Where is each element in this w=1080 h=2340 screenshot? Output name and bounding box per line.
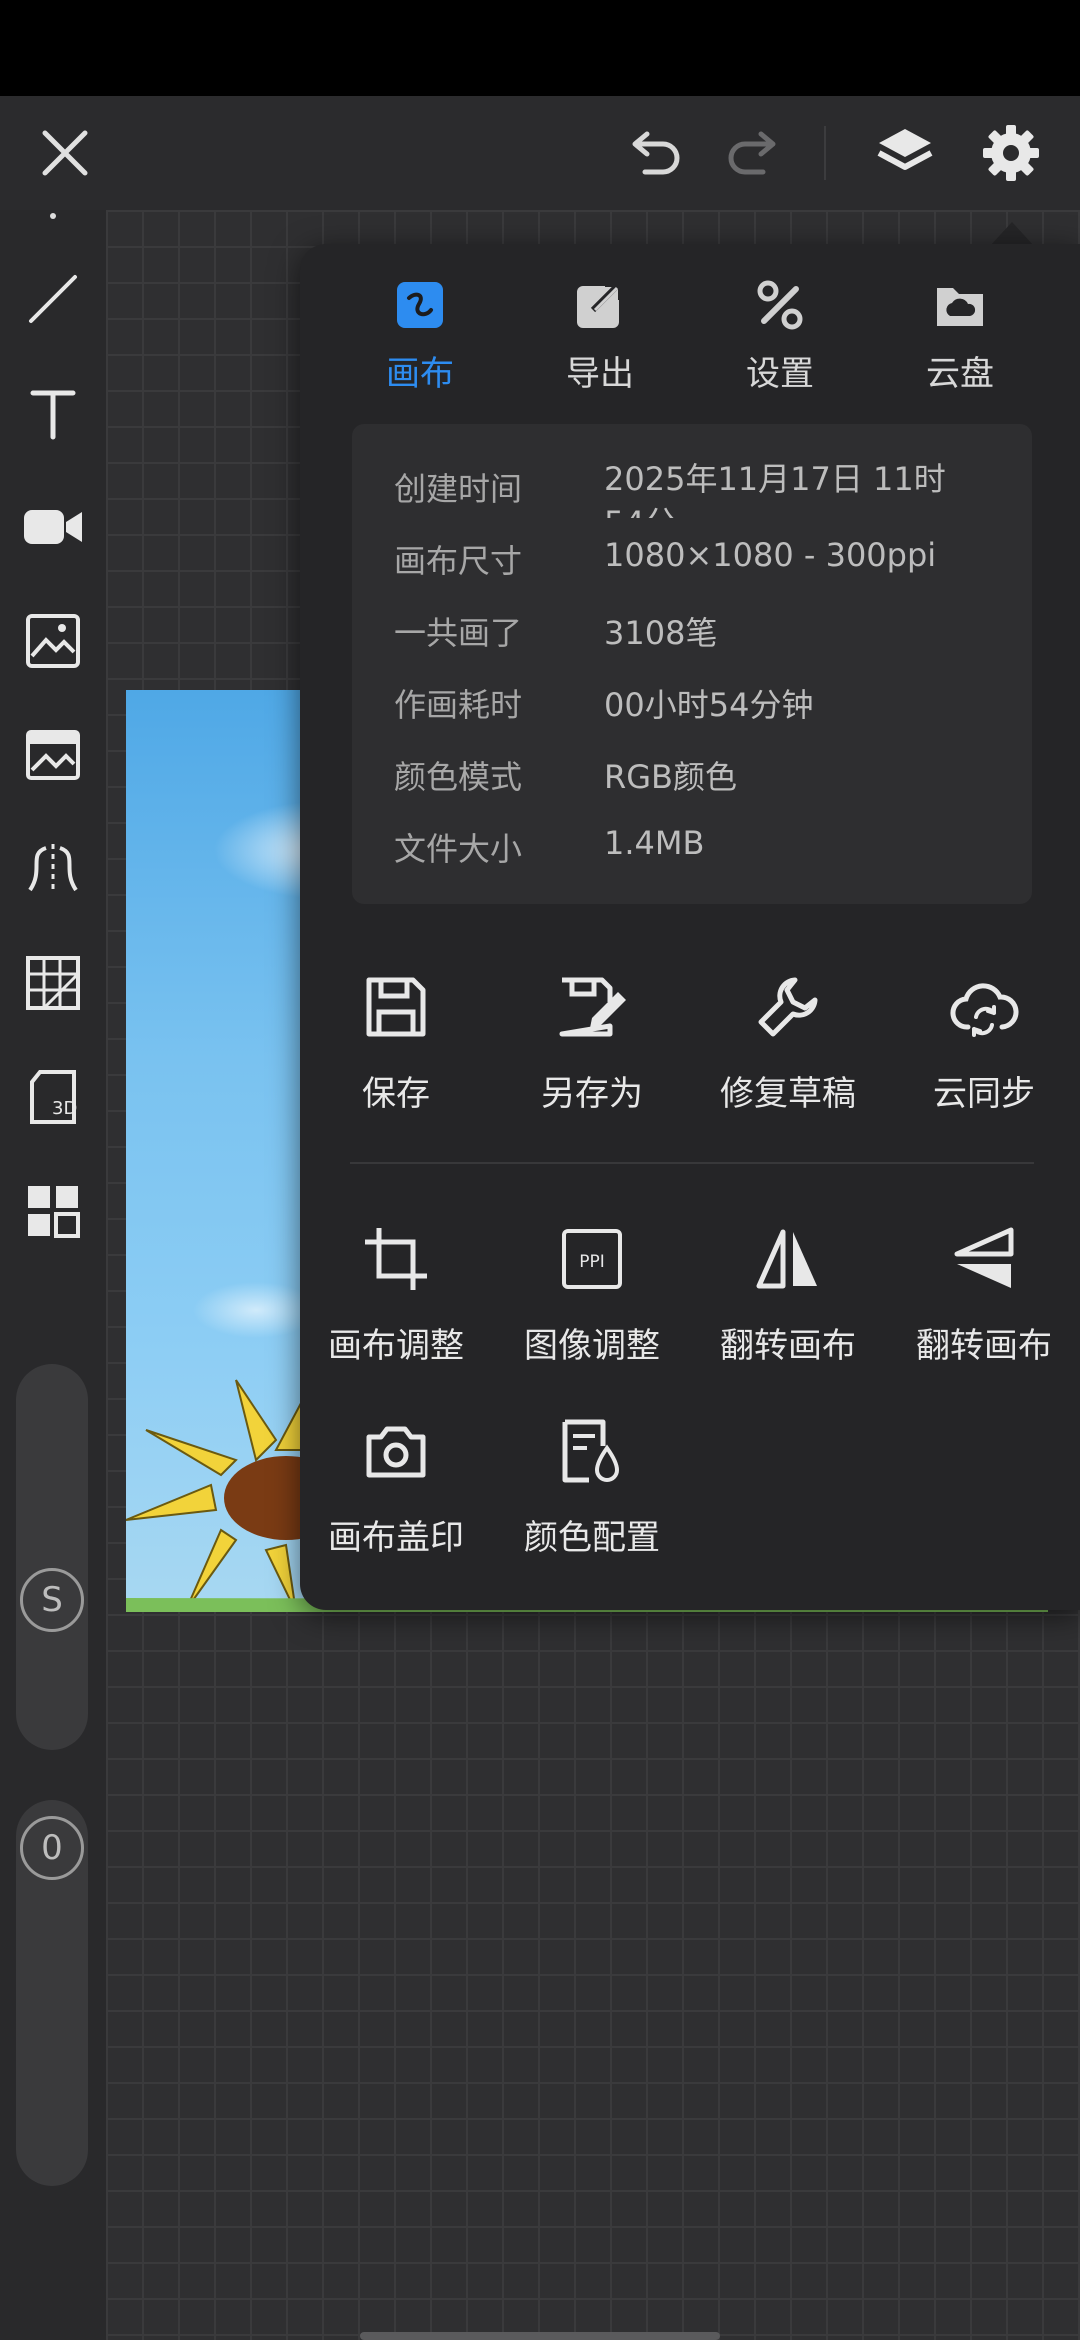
tab-settings-label: 设置 — [746, 354, 814, 394]
svg-text:3D: 3D — [52, 1098, 77, 1119]
tab-cloud-label: 云盘 — [926, 354, 994, 394]
ppi-icon: PPI — [494, 1214, 690, 1304]
save-as-button[interactable]: 另存为 — [494, 962, 690, 1115]
brush-size-slider[interactable] — [16, 1364, 88, 1750]
crop-icon — [298, 1214, 494, 1304]
opacity-knob[interactable]: 0 — [20, 1816, 84, 1880]
save-label: 保存 — [362, 1074, 430, 1114]
video-icon[interactable] — [18, 492, 88, 562]
3d-model-icon[interactable]: 3D — [18, 1062, 88, 1132]
symmetry-icon[interactable] — [18, 834, 88, 904]
layers-icon[interactable] — [868, 116, 942, 190]
ppi-icon-text: PPI — [579, 1252, 605, 1272]
info-color-mode-key: 颜色模式 — [394, 758, 523, 796]
perspective-grid-icon[interactable] — [18, 948, 88, 1018]
home-indicator — [360, 2332, 720, 2340]
export-icon — [520, 270, 680, 340]
tab-export[interactable]: 导出 — [520, 270, 680, 400]
scroll-indicator — [18, 206, 88, 226]
image-import-icon[interactable] — [18, 606, 88, 676]
info-time-key: 作画耗时 — [394, 686, 523, 724]
text-tool-icon[interactable] — [18, 378, 88, 448]
undo-icon[interactable] — [620, 118, 690, 188]
info-created-value: 2025年11月17日 11时 — [604, 460, 946, 498]
panel-pointer — [990, 222, 1034, 246]
color-profile-icon — [494, 1406, 690, 1496]
save-as-label: 另存为 — [541, 1074, 643, 1114]
info-size-value: 1080×1080 - 300ppi — [604, 536, 937, 574]
settings-tools-icon — [700, 270, 860, 340]
cloud-sync-label: 云同步 — [933, 1074, 1035, 1114]
top-toolbar — [0, 96, 1080, 210]
cloud-sync-button[interactable]: 云同步 — [886, 962, 1080, 1115]
opacity-label: 0 — [41, 1828, 63, 1868]
tool-sidebar: 3D S 0 — [0, 210, 106, 2340]
image-adjust-label: 图像调整 — [524, 1326, 660, 1366]
flip-horizontal-label: 翻转画布 — [720, 1326, 856, 1366]
status-bar — [0, 0, 1080, 96]
line-tool-icon[interactable] — [18, 264, 88, 334]
close-icon[interactable] — [30, 118, 100, 188]
info-file-size-key: 文件大小 — [394, 830, 523, 868]
save-icon — [298, 962, 494, 1052]
redo-icon[interactable] — [718, 118, 788, 188]
cloud-sync-icon — [886, 962, 1080, 1052]
tab-cloud[interactable]: 云盘 — [880, 270, 1040, 400]
info-color-mode-value: RGB颜色 — [604, 758, 737, 796]
tab-settings[interactable]: 设置 — [700, 270, 860, 400]
brush-size-knob[interactable]: S — [20, 1568, 84, 1632]
info-size-key: 画布尺寸 — [394, 542, 523, 580]
flip-horizontal-icon — [690, 1214, 886, 1304]
toolbar-divider — [824, 126, 826, 180]
info-strokes-value: 3108笔 — [604, 614, 718, 652]
canvas-info-box: 创建时间 2025年11月17日 11时 54分 画布尺寸 1080×1080 … — [352, 424, 1032, 904]
brush-size-label: S — [41, 1580, 63, 1620]
tab-export-label: 导出 — [566, 354, 634, 394]
flip-vertical-icon — [886, 1214, 1080, 1304]
repair-draft-label: 修复草稿 — [720, 1074, 856, 1114]
save-as-icon — [494, 962, 690, 1052]
canvas-stamp-label: 画布盖印 — [328, 1518, 464, 1558]
repair-draft-button[interactable]: 修复草稿 — [690, 962, 886, 1115]
gear-icon[interactable] — [974, 116, 1048, 190]
info-strokes-key: 一共画了 — [394, 614, 523, 652]
panel-divider — [350, 1162, 1034, 1164]
flip-vertical-button[interactable]: 翻转画布 — [886, 1214, 1080, 1367]
canvas-adjust-label: 画布调整 — [328, 1326, 464, 1366]
wrench-icon — [690, 962, 886, 1052]
tab-canvas-label: 画布 — [386, 354, 454, 394]
color-profile-button[interactable]: 颜色配置 — [494, 1406, 690, 1559]
info-created-value-cont: 54分 — [604, 498, 677, 518]
info-time-value: 00小时54分钟 — [604, 686, 814, 724]
grid-layout-icon[interactable] — [18, 1176, 88, 1246]
image-adjust-button[interactable]: PPI 图像调整 — [494, 1214, 690, 1367]
canvas-icon — [340, 270, 500, 340]
color-profile-label: 颜色配置 — [524, 1518, 660, 1558]
camera-icon — [298, 1406, 494, 1496]
save-button[interactable]: 保存 — [298, 962, 494, 1115]
info-created-key: 创建时间 — [394, 470, 523, 508]
gallery-icon[interactable] — [18, 720, 88, 790]
info-file-size-value: 1.4MB — [604, 824, 705, 862]
canvas-adjust-button[interactable]: 画布调整 — [298, 1214, 494, 1367]
canvas-stamp-button[interactable]: 画布盖印 — [298, 1406, 494, 1559]
cloud-folder-icon — [880, 270, 1040, 340]
flip-vertical-label: 翻转画布 — [916, 1326, 1052, 1366]
flip-horizontal-button[interactable]: 翻转画布 — [690, 1214, 886, 1367]
tab-canvas[interactable]: 画布 — [340, 270, 500, 400]
